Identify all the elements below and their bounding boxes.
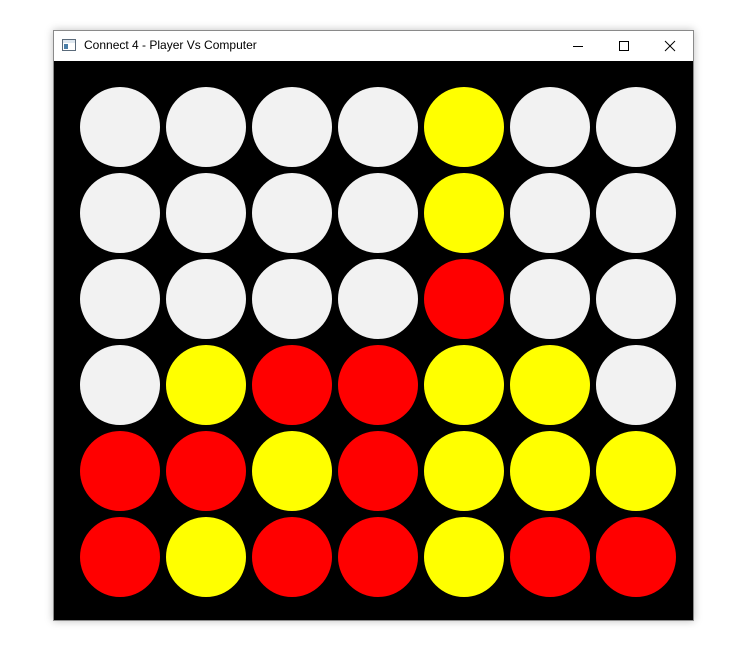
cell-yellow-r6-c5[interactable] [424,517,504,597]
maximize-icon [619,41,629,51]
title-bar[interactable]: Connect 4 - Player Vs Computer [54,31,693,61]
cell-red-r6-c6[interactable] [510,517,590,597]
cell-red-r6-c7[interactable] [596,517,676,597]
cell-empty-r2-c2[interactable] [166,173,246,253]
cell-yellow-r4-c6[interactable] [510,345,590,425]
cell-red-r5-c4[interactable] [338,431,418,511]
cell-empty-r1-c6[interactable] [510,87,590,167]
cell-empty-r3-c1[interactable] [80,259,160,339]
cell-yellow-r5-c6[interactable] [510,431,590,511]
cell-empty-r3-c2[interactable] [166,259,246,339]
game-board[interactable] [54,61,693,620]
close-button[interactable] [647,31,693,61]
cell-empty-r1-c4[interactable] [338,87,418,167]
cell-red-r6-c3[interactable] [252,517,332,597]
cell-yellow-r4-c5[interactable] [424,345,504,425]
game-window: Connect 4 - Player Vs Computer [53,30,694,621]
cell-red-r4-c4[interactable] [338,345,418,425]
cell-red-r5-c2[interactable] [166,431,246,511]
minimize-button[interactable] [555,31,601,61]
cell-empty-r1-c1[interactable] [80,87,160,167]
maximize-button[interactable] [601,31,647,61]
cell-yellow-r5-c3[interactable] [252,431,332,511]
cell-yellow-r1-c5[interactable] [424,87,504,167]
window-title: Connect 4 - Player Vs Computer [84,38,257,52]
cell-yellow-r6-c2[interactable] [166,517,246,597]
cell-red-r6-c1[interactable] [80,517,160,597]
cell-empty-r2-c4[interactable] [338,173,418,253]
cell-red-r6-c4[interactable] [338,517,418,597]
cell-empty-r3-c4[interactable] [338,259,418,339]
close-icon [664,40,676,52]
cell-empty-r2-c1[interactable] [80,173,160,253]
cell-empty-r2-c3[interactable] [252,173,332,253]
cell-red-r5-c1[interactable] [80,431,160,511]
cell-empty-r3-c3[interactable] [252,259,332,339]
cell-empty-r2-c7[interactable] [596,173,676,253]
cell-red-r3-c5[interactable] [424,259,504,339]
cell-empty-r1-c2[interactable] [166,87,246,167]
cell-yellow-r4-c2[interactable] [166,345,246,425]
cell-empty-r1-c7[interactable] [596,87,676,167]
cell-empty-r3-c7[interactable] [596,259,676,339]
minimize-icon [573,46,583,47]
cell-empty-r4-c7[interactable] [596,345,676,425]
cell-empty-r1-c3[interactable] [252,87,332,167]
cell-yellow-r5-c5[interactable] [424,431,504,511]
cell-empty-r3-c6[interactable] [510,259,590,339]
app-icon [62,39,76,51]
cell-yellow-r2-c5[interactable] [424,173,504,253]
cell-yellow-r5-c7[interactable] [596,431,676,511]
cell-empty-r2-c6[interactable] [510,173,590,253]
cell-empty-r4-c1[interactable] [80,345,160,425]
cell-red-r4-c3[interactable] [252,345,332,425]
